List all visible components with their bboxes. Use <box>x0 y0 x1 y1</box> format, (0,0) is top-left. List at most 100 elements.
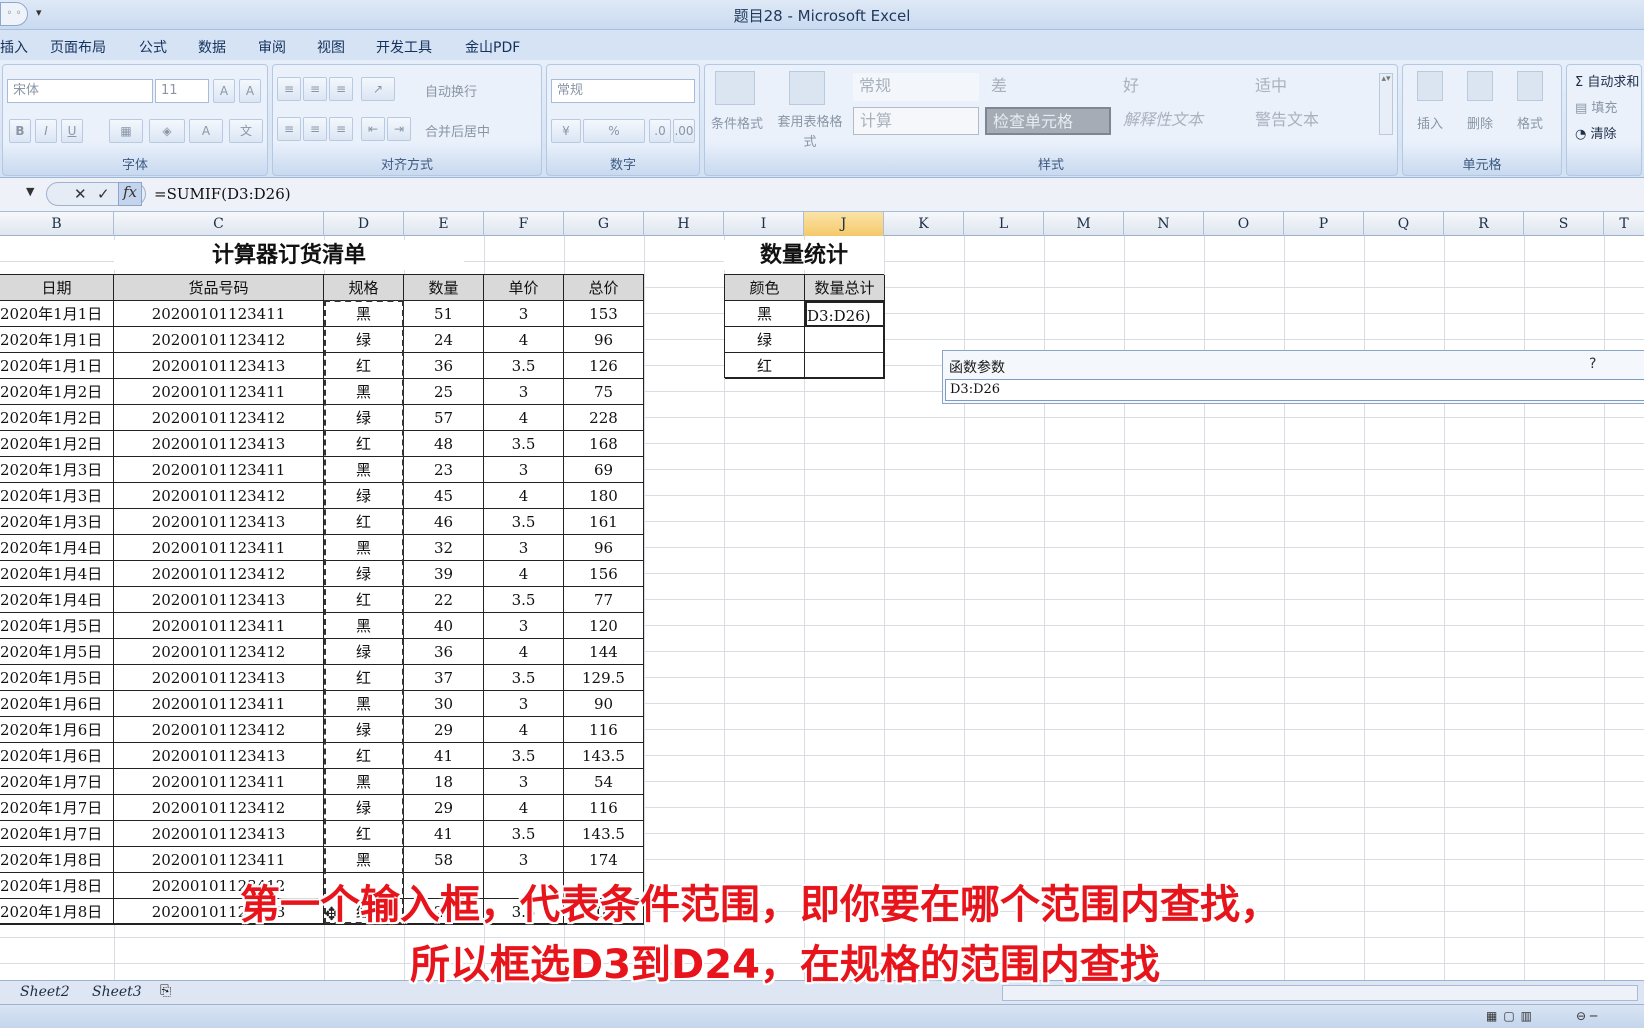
table-format-button[interactable]: 套用表格格式 <box>775 113 845 153</box>
format-cells-button[interactable]: 格式 <box>1517 113 1543 132</box>
table1-cell-price[interactable]: 4 <box>484 561 564 587</box>
increase-indent-icon[interactable]: ⇥ <box>387 117 411 141</box>
table1-cell-date[interactable]: 2020年1月3日 <box>0 509 114 535</box>
table1-cell-item-code[interactable]: 20200101123411 <box>114 691 324 717</box>
style-good[interactable]: 好 <box>1117 73 1243 101</box>
table1-cell-qty[interactable]: 22 <box>404 587 484 613</box>
table1-cell-total[interactable]: 153 <box>564 301 644 327</box>
styles-scroll-icon[interactable]: ▴▾ <box>1379 73 1393 135</box>
col-header-q[interactable]: Q <box>1364 212 1444 236</box>
tab-pdf[interactable]: 金山PDF <box>465 37 520 57</box>
insert-cells-button[interactable]: 插入 <box>1417 113 1443 132</box>
table1-cell-item-code[interactable]: 20200101123413 <box>114 353 324 379</box>
table1-cell-item-code[interactable]: 20200101123411 <box>114 379 324 405</box>
table1-cell-price[interactable]: 4 <box>484 795 564 821</box>
font-size-box[interactable]: 11 <box>155 79 209 103</box>
table1-cell-total[interactable]: 69 <box>564 457 644 483</box>
col-header-p[interactable]: P <box>1284 212 1364 236</box>
table2-cell-color[interactable]: 黑 <box>725 301 805 327</box>
clear-button[interactable]: ◔ 清除 <box>1575 123 1617 142</box>
table2-cell-color[interactable]: 绿 <box>725 327 805 353</box>
table1-cell-date[interactable]: 2020年1月4日 <box>0 587 114 613</box>
table1-cell-date[interactable]: 2020年1月6日 <box>0 691 114 717</box>
table1-cell-date[interactable]: 2020年1月5日 <box>0 665 114 691</box>
style-explanatory[interactable]: 解释性文本 <box>1117 107 1243 135</box>
table1-cell-price[interactable]: 4 <box>484 483 564 509</box>
table1-cell-price[interactable]: 3 <box>484 691 564 717</box>
col-header-m[interactable]: M <box>1044 212 1124 236</box>
table1-cell-item-code[interactable]: 20200101123412 <box>114 717 324 743</box>
table1-cell-date[interactable]: 2020年1月1日 <box>0 327 114 353</box>
align-top-icon[interactable]: ≡ <box>277 77 301 101</box>
tab-developer[interactable]: 开发工具 <box>376 37 432 57</box>
table1-cell-spec[interactable]: 绿 <box>324 405 404 431</box>
table1-cell-spec[interactable]: 黑 <box>324 847 404 873</box>
table1-cell-qty[interactable]: 32 <box>404 535 484 561</box>
table1-cell-spec[interactable]: 红 <box>324 743 404 769</box>
table1-cell-spec[interactable]: 绿 <box>324 795 404 821</box>
align-left-icon[interactable]: ≡ <box>277 117 301 141</box>
delete-cells-icon[interactable] <box>1467 71 1493 101</box>
table1-cell-item-code[interactable]: 20200101123411 <box>114 301 324 327</box>
table1-cell-date[interactable]: 2020年1月8日 <box>0 899 114 925</box>
table2-cell-color[interactable]: 红 <box>725 353 805 379</box>
currency-icon[interactable]: ¥ <box>551 119 581 143</box>
table1-cell-date[interactable]: 2020年1月2日 <box>0 431 114 457</box>
insert-function-icon[interactable]: fx <box>118 182 142 206</box>
table1-cell-price[interactable]: 3 <box>484 535 564 561</box>
table1-cell-date[interactable]: 2020年1月3日 <box>0 457 114 483</box>
table1-cell-qty[interactable]: 40 <box>404 613 484 639</box>
percent-icon[interactable]: % <box>583 119 645 143</box>
table1-cell-price[interactable]: 3.5 <box>484 743 564 769</box>
style-calculation[interactable]: 计算 <box>853 107 979 135</box>
table1-cell-date[interactable]: 2020年1月2日 <box>0 379 114 405</box>
col-header-c[interactable]: C <box>114 212 324 236</box>
table1-cell-item-code[interactable]: 20200101123413 <box>114 587 324 613</box>
table1-cell-item-code[interactable]: 20200101123411 <box>114 769 324 795</box>
align-right-icon[interactable]: ≡ <box>329 117 353 141</box>
increase-decimal-icon[interactable]: .0 <box>649 119 671 143</box>
cancel-icon[interactable]: ✕ <box>74 185 87 203</box>
table1-cell-total[interactable]: 116 <box>564 795 644 821</box>
table1-cell-total[interactable]: 116 <box>564 717 644 743</box>
range-input[interactable]: D3:D26 <box>945 379 1644 401</box>
table1-cell-price[interactable]: 3.5 <box>484 665 564 691</box>
table1-cell-total[interactable]: 156 <box>564 561 644 587</box>
table1-cell-price[interactable]: 4 <box>484 327 564 353</box>
table1-cell-date[interactable]: 2020年1月1日 <box>0 353 114 379</box>
col-header-b[interactable]: B <box>0 212 114 236</box>
table1-cell-spec[interactable]: 红 <box>324 665 404 691</box>
table1-cell-item-code[interactable]: 20200101123411 <box>114 613 324 639</box>
table1-cell-total[interactable]: 168 <box>564 431 644 457</box>
table1-cell-spec[interactable]: 黑 <box>324 535 404 561</box>
table1-cell-spec[interactable]: 绿 <box>324 327 404 353</box>
bold-icon[interactable]: B <box>9 119 31 143</box>
enter-icon[interactable]: ✓ <box>97 185 110 203</box>
style-neutral[interactable]: 适中 <box>1249 73 1375 101</box>
table1-cell-qty[interactable]: 41 <box>404 743 484 769</box>
formula-input[interactable]: =SUMIF(D3:D26) <box>154 185 291 203</box>
table1-cell-price[interactable]: 3 <box>484 379 564 405</box>
table1-cell-date[interactable]: 2020年1月5日 <box>0 639 114 665</box>
table1-cell-spec[interactable]: 黑 <box>324 301 404 327</box>
table1-cell-qty[interactable]: 37 <box>404 665 484 691</box>
table1-cell-spec[interactable]: 黑 <box>324 769 404 795</box>
fill-button[interactable]: ▤ 填充 <box>1575 97 1617 116</box>
table1-cell-item-code[interactable]: 20200101123413 <box>114 743 324 769</box>
table1-cell-price[interactable]: 3.5 <box>484 821 564 847</box>
table1-cell-item-code[interactable]: 20200101123413 <box>114 431 324 457</box>
new-sheet-icon[interactable]: ⎘ <box>160 983 171 999</box>
table1-cell-qty[interactable]: 58 <box>404 847 484 873</box>
table1-cell-qty[interactable]: 48 <box>404 431 484 457</box>
tab-insert[interactable]: 插入 <box>0 37 28 57</box>
table1-cell-qty[interactable]: 30 <box>404 691 484 717</box>
table1-cell-total[interactable]: 129.5 <box>564 665 644 691</box>
col-header-s[interactable]: S <box>1524 212 1604 236</box>
grow-font-icon[interactable]: A <box>213 79 235 103</box>
table1-cell-item-code[interactable]: 20200101123411 <box>114 535 324 561</box>
table1-cell-qty[interactable]: 46 <box>404 509 484 535</box>
table1-cell-total[interactable]: 77 <box>564 587 644 613</box>
table1-cell-total[interactable]: 54 <box>564 769 644 795</box>
zoom-slider-icon[interactable]: ⊖ ─ <box>1576 1009 1597 1023</box>
table1-cell-total[interactable]: 96 <box>564 535 644 561</box>
